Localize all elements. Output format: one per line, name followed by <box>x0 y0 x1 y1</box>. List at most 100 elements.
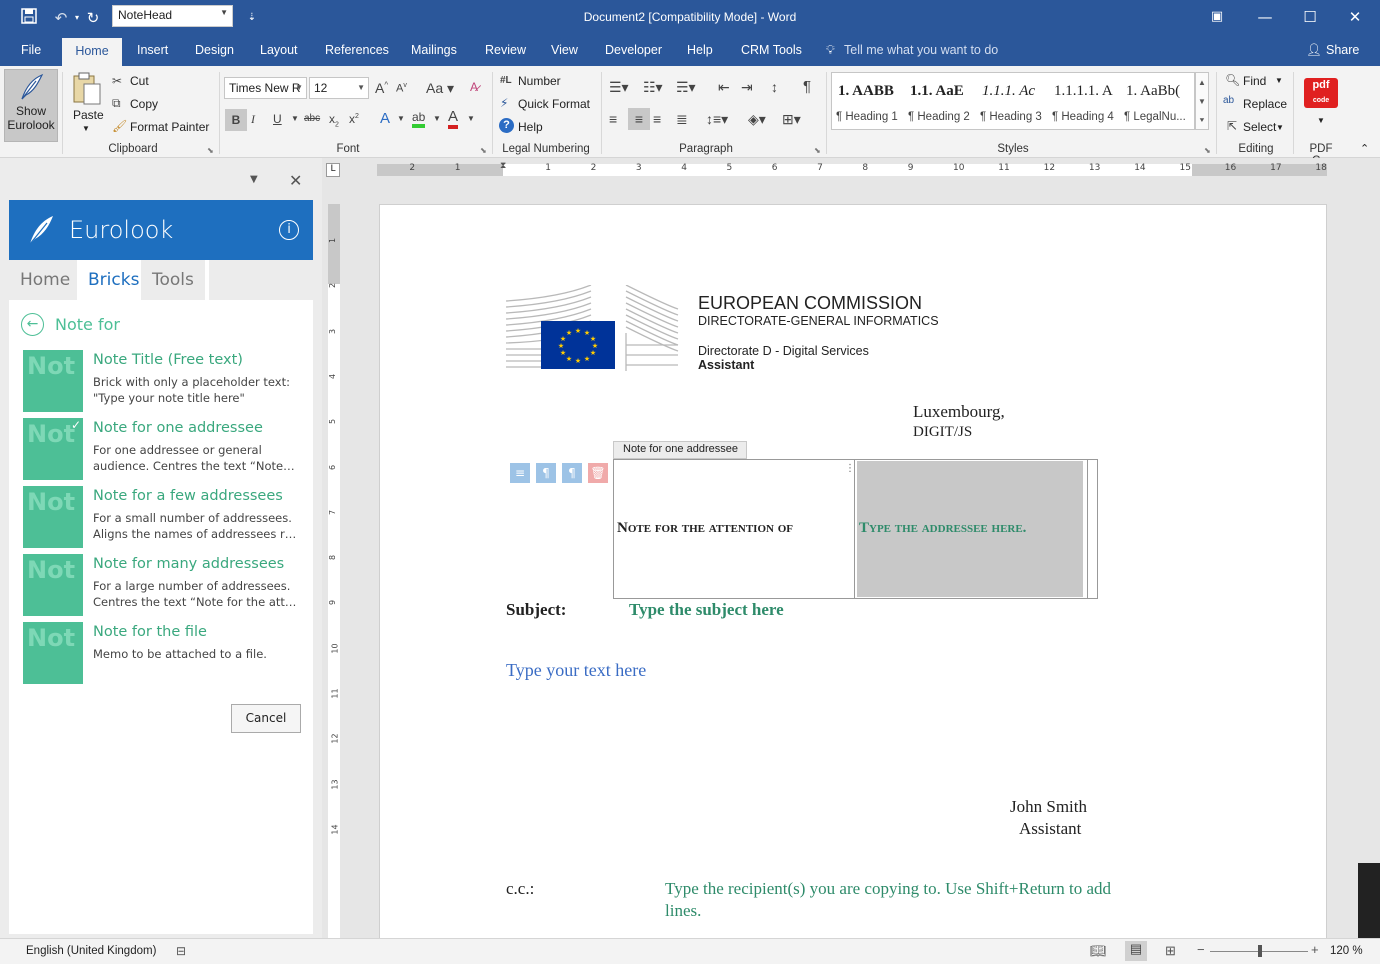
paste-label[interactable]: Paste <box>73 108 104 122</box>
body-placeholder[interactable]: Type your text here <box>506 660 646 681</box>
paragraph-after-icon[interactable]: ¶ <box>562 463 582 483</box>
tab-bricks[interactable]: Bricks <box>77 260 151 300</box>
print-layout-icon[interactable]: ▤ <box>1125 941 1147 961</box>
language-status[interactable]: English (United Kingdom) <box>26 945 156 957</box>
style-legal-numbering[interactable]: 1. AaBb( ¶ LegalNu... <box>1120 73 1195 131</box>
sort-icon[interactable]: ↕ <box>771 79 778 95</box>
share-button[interactable]: Share <box>1326 43 1359 57</box>
font-size-combo[interactable]: 12 ▼ <box>309 77 369 99</box>
style-heading-1[interactable]: 1. AABB ¶ Heading 1 <box>832 73 904 131</box>
cancel-button[interactable]: Cancel <box>231 704 301 733</box>
read-mode-icon[interactable]: 📖︎ <box>1090 943 1107 959</box>
brick-note-many-addressees[interactable]: Not Note for many addressees For a large… <box>23 554 299 616</box>
select-button[interactable]: Select <box>1243 120 1276 134</box>
tab-view[interactable]: View <box>551 43 578 57</box>
subject-placeholder[interactable]: Type the subject here <box>629 600 784 620</box>
cell-handle-icon[interactable]: ⋮ <box>845 463 855 474</box>
clear-formatting-icon[interactable]: A̷ <box>470 80 478 94</box>
side-widget[interactable] <box>1358 863 1380 938</box>
paragraph-before-icon[interactable]: ¶ <box>536 463 556 483</box>
multilevel-list-icon[interactable]: ☴▾ <box>676 79 696 96</box>
change-case-icon[interactable]: Aa ▾ <box>426 80 454 97</box>
brick-note-one-addressee[interactable]: Not ✓ Note for one addressee For one add… <box>23 418 299 480</box>
tab-design[interactable]: Design <box>195 43 234 57</box>
styles-launcher-icon[interactable]: ⬊ <box>1204 146 1211 155</box>
style-heading-4[interactable]: 1.1.1.1. A ¶ Heading 4 <box>1048 73 1120 131</box>
underline-dropdown-icon[interactable]: ▼ <box>291 114 299 123</box>
zoom-slider-thumb[interactable] <box>1258 945 1262 957</box>
decrease-indent-icon[interactable]: ⇤ <box>718 79 730 96</box>
maximize-button[interactable]: ☐ <box>1295 6 1325 28</box>
font-name-combo[interactable]: Times New R ▼ <box>224 77 307 99</box>
tab-help[interactable]: Help <box>687 43 713 57</box>
font-color-icon[interactable]: A <box>448 109 459 129</box>
proofing-icon[interactable]: ⊟ <box>176 944 186 958</box>
document-page[interactable]: ★ ★ ★ ★ ★ ★ ★ ★ ★ ★ ★ ★ EUROPEAN COMMISSION DIREC… <box>379 204 1327 944</box>
align-center-icon[interactable]: ≡ <box>628 108 650 130</box>
find-button[interactable]: Find <box>1243 74 1266 88</box>
strikethrough-icon[interactable]: abc <box>304 113 320 124</box>
find-dropdown-icon[interactable]: ▼ <box>1275 76 1283 85</box>
tell-me-search[interactable]: Tell me what you want to do <box>844 43 998 57</box>
content-control-tag[interactable]: Note for one addressee <box>613 441 747 459</box>
paste-icon[interactable] <box>72 72 102 108</box>
tab-home[interactable]: Home <box>62 38 122 66</box>
shrink-font-icon[interactable]: Av <box>396 82 407 95</box>
cut-button[interactable]: Cut <box>130 74 149 88</box>
tab-references[interactable]: References <box>325 43 389 57</box>
brick-note-few-addressees[interactable]: Not Note for a few addressees For a smal… <box>23 486 299 548</box>
web-layout-icon[interactable]: ⊞ <box>1165 943 1176 959</box>
pane-options-icon[interactable]: ▼ <box>250 174 258 185</box>
minimize-button[interactable]: — <box>1250 6 1280 28</box>
show-eurolook-button[interactable]: Show Eurolook <box>4 69 58 142</box>
addressee-placeholder[interactable]: Type the addressee here. <box>859 520 1026 537</box>
tab-insert[interactable]: Insert <box>137 43 168 57</box>
superscript-icon[interactable]: x2 <box>349 112 359 126</box>
ribbon-display-options-icon[interactable]: ▣ <box>1202 6 1232 28</box>
subscript-icon[interactable]: x2 <box>329 112 339 128</box>
font-color-dropdown-icon[interactable]: ▼ <box>467 114 475 123</box>
delete-brick-icon[interactable]: 🗑︎ <box>588 463 608 483</box>
show-formatting-marks-icon[interactable]: ¶ <box>803 78 811 95</box>
tab-developer[interactable]: Developer <box>605 43 662 57</box>
addressee-table[interactable]: ⋮ Note for the attention of Type the add… <box>613 459 1098 599</box>
highlight-icon[interactable]: ab <box>412 110 426 128</box>
help-button[interactable]: Help <box>518 120 543 134</box>
pdf-dropdown-icon[interactable]: ▼ <box>1317 116 1325 125</box>
format-painter-button[interactable]: Format Painter <box>130 120 209 134</box>
select-dropdown-icon[interactable]: ▼ <box>1276 123 1284 132</box>
tab-mailings[interactable]: Mailings <box>411 43 457 57</box>
align-right-icon[interactable]: ≡ <box>653 111 661 127</box>
tab-crm-tools[interactable]: CRM Tools <box>741 43 802 57</box>
font-launcher-icon[interactable]: ⬊ <box>480 146 487 155</box>
bullets-icon[interactable]: ☰▾ <box>609 79 629 96</box>
back-label[interactable]: Note for <box>55 315 120 334</box>
tab-tools[interactable]: Tools <box>141 260 205 300</box>
info-icon[interactable]: i <box>279 220 299 240</box>
paste-dropdown-icon[interactable]: ▼ <box>82 124 90 133</box>
clipboard-launcher-icon[interactable]: ⬊ <box>207 146 214 155</box>
tab-review[interactable]: Review <box>485 43 526 57</box>
cc-placeholder-line-1[interactable]: Type the recipient(s) you are copying to… <box>665 879 1111 899</box>
zoom-out-icon[interactable]: − <box>1197 942 1205 957</box>
align-left-icon[interactable]: ≡ <box>609 111 617 127</box>
styles-scroll[interactable]: ▲ ▼ ⯆ <box>1195 72 1209 130</box>
numbering-icon[interactable]: ☷▾ <box>643 79 663 96</box>
justify-icon[interactable]: ≣ <box>676 111 688 128</box>
text-effects-dropdown-icon[interactable]: ▼ <box>397 114 405 123</box>
brick-note-for-file[interactable]: Not Note for the file Memo to be attache… <box>23 622 299 684</box>
tab-file[interactable]: File <box>21 43 41 57</box>
brick-align-icon[interactable]: ≡ <box>510 463 530 483</box>
indent-marker-icon[interactable]: ⧗ <box>500 161 506 171</box>
zoom-in-icon[interactable]: + <box>1311 942 1319 957</box>
style-heading-3[interactable]: 1.1.1. Ac ¶ Heading 3 <box>976 73 1048 131</box>
line-spacing-icon[interactable]: ↕≡▾ <box>706 111 728 128</box>
grow-font-icon[interactable]: A^ <box>375 80 388 96</box>
bold-icon[interactable]: B <box>225 109 247 131</box>
horizontal-ruler[interactable]: 2 1 1 2 3 4 5 6 7 8 9 10 11 12 13 14 15 16 17 18 <box>377 163 1327 176</box>
close-window-button[interactable]: ✕ <box>1340 6 1370 28</box>
cc-placeholder-line-2[interactable]: lines. <box>665 901 701 921</box>
collapse-ribbon-icon[interactable]: ⌃ <box>1360 142 1369 155</box>
style-heading-2[interactable]: 1.1. AaE ¶ Heading 2 <box>904 73 976 131</box>
number-button[interactable]: Number <box>518 74 561 88</box>
